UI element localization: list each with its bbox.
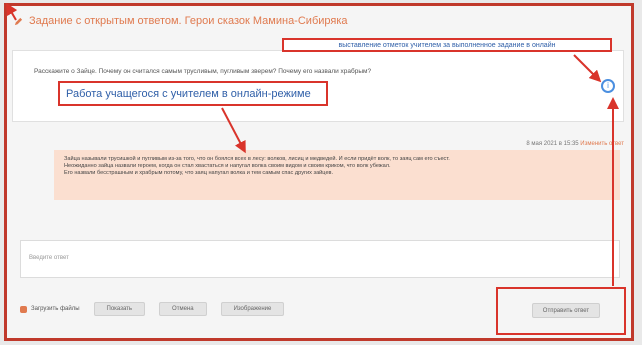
arrow-to-frame <box>5 2 18 21</box>
arrow-to-info <box>573 54 602 83</box>
annotation-arrows <box>5 2 619 286</box>
arrow-to-bubble <box>221 107 246 154</box>
